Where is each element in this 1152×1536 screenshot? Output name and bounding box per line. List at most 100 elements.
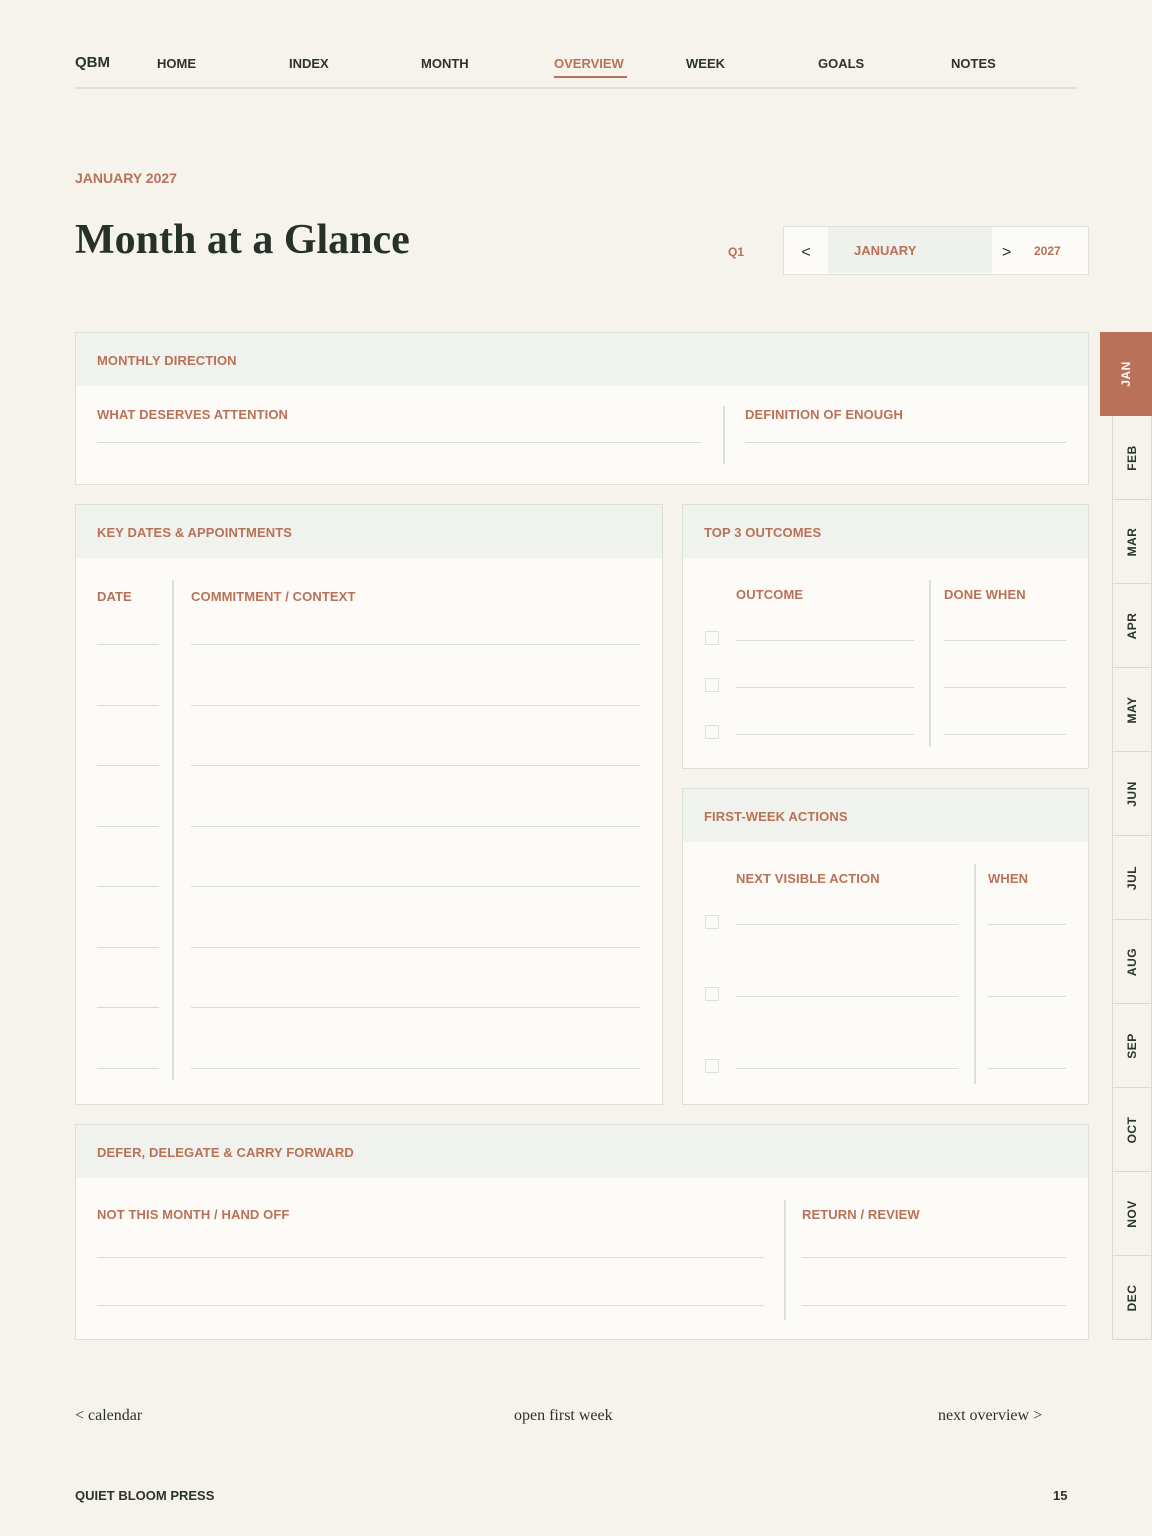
when-input-line[interactable] bbox=[988, 1068, 1066, 1069]
nav-item-notes[interactable]: NOTES bbox=[951, 56, 996, 71]
month-picker: < JANUARY > 2027 bbox=[783, 226, 1089, 275]
action-checkbox[interactable] bbox=[705, 915, 719, 929]
month-tab-sep[interactable]: SEP bbox=[1112, 1004, 1152, 1088]
date-input-line[interactable] bbox=[97, 765, 159, 766]
page-number: 15 bbox=[1053, 1488, 1068, 1503]
nav-item-week[interactable]: WEEK bbox=[686, 56, 725, 71]
attention-input-line[interactable] bbox=[97, 442, 701, 443]
calendar-link[interactable]: < calendar bbox=[75, 1407, 142, 1425]
done-when-input-line[interactable] bbox=[944, 640, 1066, 641]
nav-item-overview[interactable]: OVERVIEW bbox=[554, 56, 624, 71]
month-tab-feb[interactable]: FEB bbox=[1112, 416, 1152, 500]
page-eyebrow: JANUARY 2027 bbox=[75, 170, 177, 186]
when-input-line[interactable] bbox=[988, 996, 1066, 997]
month-tab-label: FEB bbox=[1125, 444, 1139, 471]
month-selector[interactable]: JANUARY bbox=[828, 227, 992, 273]
prev-month-button[interactable]: < bbox=[784, 227, 828, 273]
commitment-input-line[interactable] bbox=[191, 1067, 640, 1069]
month-tab-may[interactable]: MAY bbox=[1112, 668, 1152, 752]
quarter-label: Q1 bbox=[728, 245, 745, 259]
first-week-divider bbox=[974, 864, 976, 1084]
nav-active-underline bbox=[554, 76, 627, 78]
commitment-input-line[interactable] bbox=[191, 644, 640, 645]
month-tab-label: NOV bbox=[1125, 1199, 1139, 1228]
done-when-column-header: DONE WHEN bbox=[944, 587, 1026, 602]
nav-item-home[interactable]: HOME bbox=[157, 56, 196, 71]
outcome-input-line[interactable] bbox=[736, 734, 914, 735]
date-input-line[interactable] bbox=[97, 704, 159, 706]
return-review-line-1[interactable] bbox=[802, 1257, 1066, 1258]
defer-divider bbox=[784, 1200, 786, 1320]
commitment-input-line[interactable] bbox=[191, 946, 640, 948]
month-tab-jan[interactable]: JAN bbox=[1100, 332, 1152, 416]
month-tab-jul[interactable]: JUL bbox=[1112, 836, 1152, 920]
commitment-input-line[interactable] bbox=[191, 1007, 640, 1008]
month-tab-dec[interactable]: DEC bbox=[1112, 1256, 1152, 1340]
date-column-header: DATE bbox=[97, 589, 132, 604]
direction-divider bbox=[723, 406, 725, 464]
month-tab-oct[interactable]: OCT bbox=[1112, 1088, 1152, 1172]
top-outcomes-title: TOP 3 OUTCOMES bbox=[683, 505, 1088, 558]
key-dates-card: KEY DATES & APPOINTMENTS DATE COMMITMENT… bbox=[75, 504, 663, 1105]
commitment-input-line[interactable] bbox=[191, 825, 640, 827]
hand-off-line-2[interactable] bbox=[97, 1305, 764, 1306]
nav-item-index[interactable]: INDEX bbox=[289, 56, 329, 71]
action-input-line[interactable] bbox=[736, 924, 958, 925]
action-checkbox[interactable] bbox=[705, 987, 719, 1001]
date-input-line[interactable] bbox=[97, 946, 159, 948]
commitment-input-line[interactable] bbox=[191, 886, 640, 887]
key-dates-divider bbox=[172, 580, 174, 1080]
date-input-line[interactable] bbox=[97, 886, 159, 887]
return-review-label: RETURN / REVIEW bbox=[802, 1207, 920, 1222]
commitment-input-line[interactable] bbox=[191, 765, 640, 766]
month-tab-label: MAY bbox=[1125, 695, 1139, 724]
enough-input-line[interactable] bbox=[745, 442, 1066, 443]
open-first-week-link[interactable]: open first week bbox=[514, 1407, 613, 1425]
first-week-title: FIRST-WEEK ACTIONS bbox=[683, 789, 1088, 842]
month-tab-mar[interactable]: MAR bbox=[1112, 500, 1152, 584]
month-tab-jun[interactable]: JUN bbox=[1112, 752, 1152, 836]
date-input-line[interactable] bbox=[97, 1007, 159, 1008]
action-input-line[interactable] bbox=[736, 996, 958, 997]
next-month-button[interactable]: > bbox=[1002, 227, 1011, 279]
hand-off-line-1[interactable] bbox=[97, 1257, 764, 1258]
monthly-direction-title: MONTHLY DIRECTION bbox=[76, 333, 1088, 386]
outcomes-divider bbox=[929, 580, 931, 747]
top-outcomes-card: TOP 3 OUTCOMES OUTCOME DONE WHEN bbox=[682, 504, 1089, 769]
month-tab-label: MAR bbox=[1125, 527, 1139, 556]
done-when-input-line[interactable] bbox=[944, 734, 1066, 735]
done-when-input-line[interactable] bbox=[944, 687, 1066, 688]
attention-label: WHAT DESERVES ATTENTION bbox=[97, 407, 289, 422]
outcome-input-line[interactable] bbox=[736, 640, 914, 641]
outcome-checkbox[interactable] bbox=[705, 725, 719, 739]
month-tab-apr[interactable]: APR bbox=[1112, 584, 1152, 668]
monthly-direction-card: MONTHLY DIRECTION WHAT DESERVES ATTENTIO… bbox=[75, 332, 1089, 485]
year-selector[interactable]: 2027 bbox=[1034, 227, 1061, 275]
outcome-input-line[interactable] bbox=[736, 687, 914, 688]
action-input-line[interactable] bbox=[736, 1068, 958, 1069]
commitment-input-line[interactable] bbox=[191, 704, 640, 706]
brand-logo[interactable]: QBM bbox=[75, 54, 110, 71]
month-tab-label: JUN bbox=[1125, 780, 1139, 807]
month-tab-label: OCT bbox=[1125, 1116, 1139, 1143]
return-review-line-2[interactable] bbox=[802, 1305, 1066, 1306]
when-input-line[interactable] bbox=[988, 924, 1066, 925]
date-input-line[interactable] bbox=[97, 644, 159, 645]
month-tab-aug[interactable]: AUG bbox=[1112, 920, 1152, 1004]
top-nav: QBM HOME INDEX MONTH OVERVIEW WEEK GOALS… bbox=[75, 48, 1077, 89]
month-tab-label: APR bbox=[1125, 612, 1139, 639]
next-overview-link[interactable]: next overview > bbox=[938, 1407, 1042, 1425]
month-tab-label: JUL bbox=[1125, 865, 1139, 890]
date-input-line[interactable] bbox=[97, 1067, 159, 1069]
outcome-checkbox[interactable] bbox=[705, 631, 719, 645]
hand-off-label: NOT THIS MONTH / HAND OFF bbox=[97, 1207, 290, 1222]
nav-item-month[interactable]: MONTH bbox=[421, 56, 469, 71]
date-input-line[interactable] bbox=[97, 825, 159, 827]
month-tabs: JAN FEB MAR APR MAY JUN JUL AUG SEP OCT NOV DEC bbox=[1100, 332, 1152, 1340]
nav-item-goals[interactable]: GOALS bbox=[818, 56, 864, 71]
action-checkbox[interactable] bbox=[705, 1059, 719, 1073]
when-column-header: WHEN bbox=[988, 871, 1029, 886]
enough-label: DEFINITION OF ENOUGH bbox=[745, 407, 903, 422]
outcome-checkbox[interactable] bbox=[705, 678, 719, 692]
month-tab-nov[interactable]: NOV bbox=[1112, 1172, 1152, 1256]
